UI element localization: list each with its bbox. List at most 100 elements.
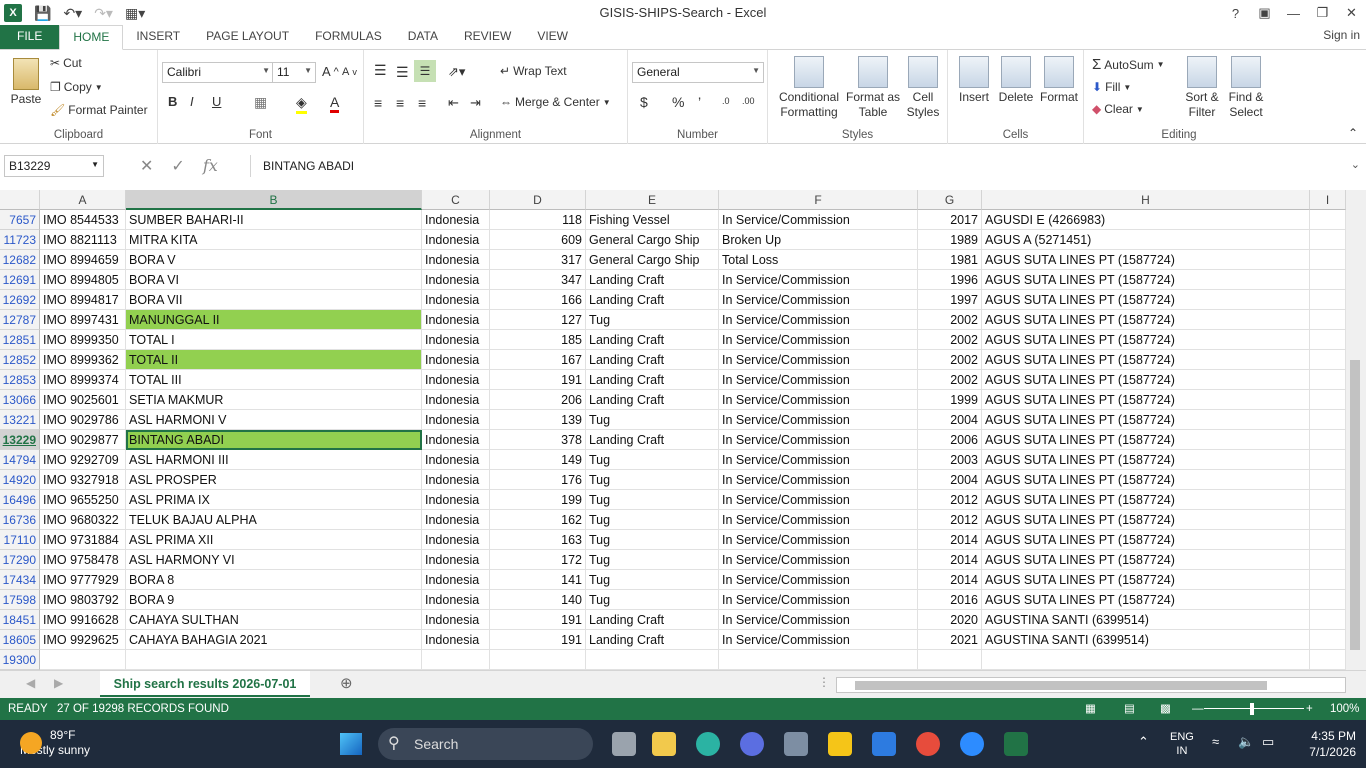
cell-g[interactable]: 2014 [918,530,982,550]
cell-e[interactable]: Landing Craft [586,390,719,410]
align-center-icon[interactable]: ≡ [396,95,404,111]
tab-data[interactable]: DATA [395,25,451,49]
cell-e[interactable]: Landing Craft [586,270,719,290]
cell-d[interactable]: 191 [490,630,586,650]
redo-icon[interactable]: ↷▾ [94,5,113,22]
ribbon-display-icon[interactable]: ▣ [1250,0,1279,26]
cell-e[interactable] [586,650,719,670]
save-icon[interactable]: 💾 [34,5,51,22]
cell-b[interactable] [126,650,422,670]
cell-d[interactable]: 317 [490,250,586,270]
cell-c[interactable]: Indonesia [422,250,490,270]
cell-b[interactable]: CAHAYA BAHAGIA 2021 [126,630,422,650]
cell-h[interactable]: AGUS SUTA LINES PT (1587724) [982,250,1310,270]
delete-button[interactable]: Delete [996,56,1036,105]
cell-e[interactable]: Tug [586,510,719,530]
cell-i[interactable] [1310,330,1346,350]
cell-f[interactable]: In Service/Commission [719,410,918,430]
cell-c[interactable]: Indonesia [422,390,490,410]
zoom-in-icon[interactable]: + [1306,698,1313,720]
tab-view[interactable]: VIEW [524,25,581,49]
cell-c[interactable] [422,650,490,670]
clock[interactable]: 4:35 PM 7/1/2026 [1309,728,1356,760]
row-header[interactable]: 12853 [0,370,40,390]
cell-c[interactable]: Indonesia [422,530,490,550]
collapse-ribbon-icon[interactable]: ⌃ [1348,126,1358,140]
cell-d[interactable] [490,650,586,670]
cell-i[interactable] [1310,470,1346,490]
cell-g[interactable]: 2021 [918,630,982,650]
cell-e[interactable]: Tug [586,570,719,590]
decrease-indent-icon[interactable]: ⇤ [448,95,459,111]
row-header[interactable]: 18605 [0,630,40,650]
close-button[interactable]: ✕ [1337,0,1366,26]
cell-f[interactable]: In Service/Commission [719,550,918,570]
expand-formula-icon[interactable]: ⌄ [1351,158,1360,171]
cell-a[interactable]: IMO 9029786 [40,410,126,430]
cell-f[interactable]: In Service/Commission [719,210,918,230]
cell-h[interactable]: AGUS SUTA LINES PT (1587724) [982,510,1310,530]
cell-e[interactable]: Tug [586,450,719,470]
underline-button[interactable]: U [212,94,221,109]
increase-indent-icon[interactable]: ⇥ [470,95,481,111]
row-header[interactable]: 12787 [0,310,40,330]
cell-f[interactable]: In Service/Commission [719,510,918,530]
cell-i[interactable] [1310,230,1346,250]
cell-a[interactable]: IMO 9025601 [40,390,126,410]
number-format-combo[interactable]: General ▼ [632,62,764,83]
horizontal-scroll-thumb[interactable] [855,681,1267,690]
cell-a[interactable]: IMO 9758478 [40,550,126,570]
cell-c[interactable]: Indonesia [422,210,490,230]
cell-c[interactable]: Indonesia [422,230,490,250]
row-header[interactable]: 14920 [0,470,40,490]
row-header[interactable]: 12851 [0,330,40,350]
font-size-combo[interactable]: 11 ▼ [272,62,316,83]
cell-a[interactable]: IMO 9680322 [40,510,126,530]
cell-b[interactable]: MANUNGGAL II [126,310,422,330]
cell-g[interactable]: 2014 [918,550,982,570]
autosum-button[interactable]: Σ AutoSum ▼ [1092,56,1165,73]
cell-b[interactable]: SETIA MAKMUR [126,390,422,410]
paste-button[interactable]: Paste [8,58,44,107]
cell-g[interactable]: 2002 [918,330,982,350]
cell-g[interactable]: 2012 [918,490,982,510]
row-header[interactable]: 7657 [0,210,40,230]
chrome-icon[interactable] [916,732,940,756]
cell-i[interactable] [1310,410,1346,430]
column-header-g[interactable]: G [918,190,982,210]
format-painter-button[interactable]: 🖌 Format Painter [50,103,148,117]
normal-view-icon[interactable]: ▦ [1085,698,1096,720]
cell-b[interactable]: TOTAL I [126,330,422,350]
cell-a[interactable]: IMO 9655250 [40,490,126,510]
cell-f[interactable]: In Service/Commission [719,330,918,350]
tab-review[interactable]: REVIEW [451,25,524,49]
cell-c[interactable]: Indonesia [422,270,490,290]
row-header[interactable]: 13229 [0,430,40,450]
cell-f[interactable]: In Service/Commission [719,350,918,370]
cell-b[interactable]: TELUK BAJAU ALPHA [126,510,422,530]
cell-i[interactable] [1310,310,1346,330]
cell-d[interactable]: 139 [490,410,586,430]
cell-a[interactable]: IMO 9777929 [40,570,126,590]
increase-decimal-icon[interactable]: .0 [722,96,730,106]
column-header-b[interactable]: B [126,190,422,210]
camera-icon[interactable] [784,732,808,756]
tab-file[interactable]: FILE [0,25,60,49]
format-as-table-button[interactable]: Format as Table [844,56,902,120]
cell-h[interactable] [982,650,1310,670]
cell-c[interactable]: Indonesia [422,310,490,330]
cell-b[interactable]: BORA VI [126,270,422,290]
cell-a[interactable]: IMO 9292709 [40,450,126,470]
cell-b[interactable]: ASL HARMONY VI [126,550,422,570]
cell-c[interactable]: Indonesia [422,630,490,650]
insert-button[interactable]: Insert [954,56,994,105]
cell-e[interactable]: Tug [586,410,719,430]
conditional-formatting-button[interactable]: Conditional Formatting [774,56,844,120]
cell-d[interactable]: 140 [490,590,586,610]
cell-d[interactable]: 199 [490,490,586,510]
cell-b[interactable]: TOTAL II [126,350,422,370]
row-header[interactable]: 12691 [0,270,40,290]
cell-g[interactable]: 2006 [918,430,982,450]
row-header[interactable]: 17434 [0,570,40,590]
cell-a[interactable]: IMO 9029877 [40,430,126,450]
